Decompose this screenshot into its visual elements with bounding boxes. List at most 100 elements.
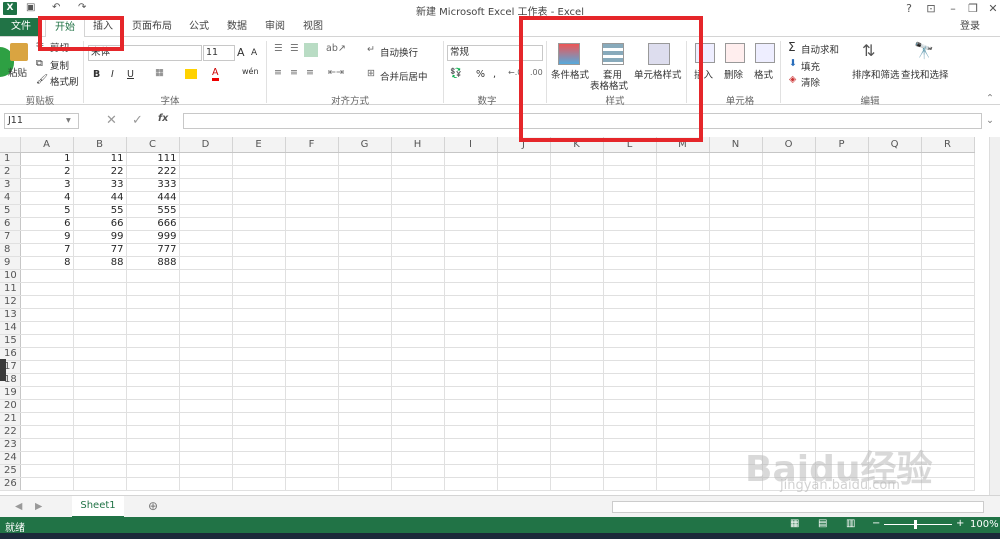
format-cells-icon[interactable] [755,43,775,63]
cell[interactable] [179,347,233,361]
cell[interactable] [656,334,710,348]
cell[interactable] [603,477,657,491]
cell[interactable] [179,373,233,387]
cell[interactable] [444,360,498,374]
cell[interactable] [391,230,445,244]
cell[interactable] [656,295,710,309]
cell[interactable] [20,386,74,400]
align-bottom-icon[interactable] [304,43,318,57]
cell[interactable] [232,386,286,400]
cell[interactable] [868,412,922,426]
cell[interactable] [232,412,286,426]
cell[interactable] [921,165,975,179]
vertical-scrollbar[interactable] [989,137,1000,495]
cell[interactable] [285,373,339,387]
cell[interactable] [815,178,869,192]
align-top-icon[interactable]: ☰ [274,43,283,54]
autosum-button[interactable]: 自动求和 [801,42,839,56]
cell[interactable] [709,334,763,348]
cell[interactable] [338,451,392,465]
cell[interactable] [709,399,763,413]
cell[interactable] [868,347,922,361]
cell[interactable] [656,451,710,465]
cell[interactable] [550,438,604,452]
cell[interactable] [868,191,922,205]
cell[interactable] [444,399,498,413]
cell[interactable] [338,165,392,179]
cell[interactable] [444,347,498,361]
cell[interactable]: 11 [73,152,127,166]
cell[interactable] [126,464,180,478]
cell[interactable] [656,269,710,283]
close-icon[interactable]: ✕ [982,1,1000,16]
cell[interactable] [815,373,869,387]
cell[interactable] [20,399,74,413]
cell[interactable] [179,386,233,400]
cell[interactable] [550,425,604,439]
cell[interactable] [179,425,233,439]
confirm-entry-icon[interactable]: ✓ [132,113,143,128]
cell[interactable]: 66 [73,217,127,231]
cell[interactable] [497,204,551,218]
cell[interactable] [550,412,604,426]
cell[interactable] [444,477,498,491]
cell[interactable] [656,399,710,413]
cell[interactable] [338,477,392,491]
cell[interactable] [497,152,551,166]
cell[interactable] [656,243,710,257]
cell[interactable] [921,191,975,205]
cell[interactable] [921,269,975,283]
paste-button[interactable]: 粘贴 [8,65,27,79]
cell[interactable] [709,347,763,361]
cell[interactable] [709,152,763,166]
cell[interactable]: 6 [20,217,74,231]
row-header[interactable]: 26 [0,477,21,491]
cell[interactable] [497,256,551,270]
sort-filter-icon[interactable]: ⇅ [862,41,875,60]
cell[interactable] [815,334,869,348]
cell[interactable] [497,347,551,361]
cell[interactable] [20,282,74,296]
cell[interactable] [285,295,339,309]
row-header[interactable]: 7 [0,230,21,244]
cell[interactable] [497,165,551,179]
cell[interactable] [338,295,392,309]
cell[interactable] [179,152,233,166]
cell[interactable] [444,386,498,400]
cell[interactable] [497,334,551,348]
add-sheet-icon[interactable]: ⊕ [148,499,158,513]
zoom-level[interactable]: 100% [970,519,999,530]
horizontal-scrollbar[interactable] [612,501,984,513]
cell[interactable] [444,243,498,257]
cell[interactable] [20,451,74,465]
cell[interactable] [921,425,975,439]
indent-icon[interactable]: ⇤⇥ [328,67,344,78]
cell[interactable] [232,295,286,309]
cell[interactable] [444,451,498,465]
cell[interactable] [444,412,498,426]
cell[interactable] [762,347,816,361]
zoom-slider[interactable] [884,524,952,525]
name-box-dropdown-icon[interactable]: ▾ [66,115,71,126]
cell[interactable] [179,477,233,491]
cell[interactable] [232,360,286,374]
cell[interactable] [232,451,286,465]
cell[interactable] [444,295,498,309]
cell[interactable] [762,386,816,400]
cell[interactable] [497,477,551,491]
cell[interactable] [126,269,180,283]
cell[interactable] [338,412,392,426]
cell[interactable] [497,360,551,374]
cell[interactable] [179,399,233,413]
cell[interactable] [656,165,710,179]
cell[interactable] [921,386,975,400]
column-header[interactable]: O [762,137,816,153]
cell[interactable] [603,282,657,296]
cell[interactable] [762,308,816,322]
cell[interactable] [20,269,74,283]
cell[interactable] [338,191,392,205]
cell[interactable] [73,451,127,465]
cell[interactable]: 888 [126,256,180,270]
cell[interactable] [338,217,392,231]
cell[interactable] [444,334,498,348]
